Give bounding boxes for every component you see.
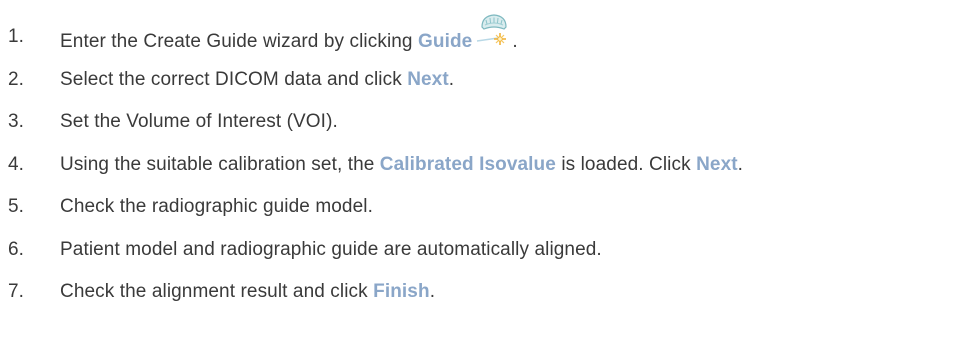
step-text: Select the correct DICOM data and click …	[60, 69, 454, 91]
step-text: Enter the Create Guide wizard by clickin…	[60, 14, 518, 53]
step-text-segment: .	[448, 68, 455, 90]
step-item: 7. Check the alignment result and click F…	[0, 271, 974, 314]
step-number: 7.	[8, 281, 25, 303]
step-text: Set the Volume of Interest (VOI).	[60, 111, 338, 133]
step-number: 4.	[8, 153, 25, 175]
step-text: Check the alignment result and click Fin…	[60, 281, 435, 303]
step-text-segment: Select the correct DICOM data and click	[60, 68, 408, 90]
step-text-segment: .	[429, 281, 436, 303]
step-number: 2.	[8, 68, 25, 90]
step-text: Using the suitable calibration set, the …	[60, 154, 743, 176]
step-number: 3.	[8, 111, 25, 133]
step-item: 2. Select the correct DICOM data and clic…	[0, 59, 974, 102]
step-text-segment: Patient model and radiographic guide are…	[60, 238, 602, 260]
step-item: 6. Patient model and radiographic guide a…	[0, 229, 974, 272]
step-item: 5. Check the radiographic guide model.	[0, 186, 974, 229]
instruction-steps: 1. Enter the Create Guide wizard by click…	[0, 14, 974, 314]
step-text-segment: Using the suitable calibration set, the	[60, 153, 380, 175]
step-text-segment: .	[512, 31, 518, 53]
step-text: Patient model and radiographic guide are…	[60, 239, 602, 261]
step-text-segment: Set the Volume of Interest (VOI).	[60, 111, 338, 133]
step-item: 1. Enter the Create Guide wizard by click…	[0, 14, 974, 59]
step-item: 3. Set the Volume of Interest (VOI).	[0, 101, 974, 144]
step-number: 1.	[8, 26, 25, 48]
step-text: Check the radiographic guide model.	[60, 196, 373, 218]
step-text-segment: is loaded. Click	[555, 153, 697, 175]
ui-term: Guide	[417, 31, 473, 53]
step-text-segment: Enter the Create Guide wizard by clickin…	[60, 31, 418, 53]
guide-icon	[476, 14, 512, 51]
step-text-segment: Check the alignment result and click	[60, 281, 374, 303]
step-item: 4. Using the suitable calibration set, th…	[0, 144, 974, 187]
ui-term: Calibrated Isovalue	[379, 153, 556, 175]
step-number: 5.	[8, 196, 25, 218]
step-text-segment: Check the radiographic guide model.	[60, 196, 373, 218]
ui-term: Next	[407, 68, 449, 90]
step-number: 6.	[8, 238, 25, 260]
ui-term: Finish	[373, 281, 430, 303]
step-text-segment: .	[737, 153, 744, 175]
ui-term: Next	[696, 153, 738, 175]
